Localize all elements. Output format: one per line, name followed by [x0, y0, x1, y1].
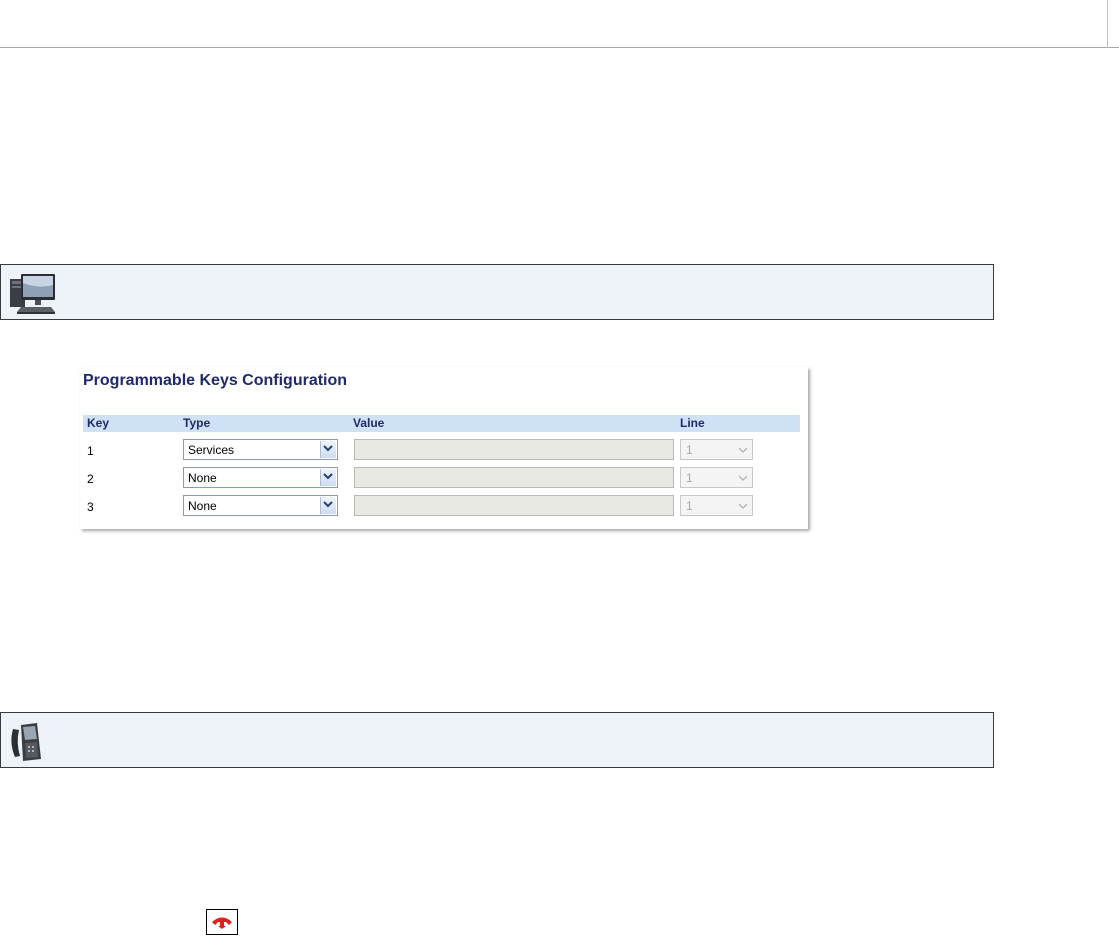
top-divider: [0, 47, 1119, 48]
line-select[interactable]: 1: [680, 439, 753, 460]
computer-monitor-icon: [10, 274, 55, 314]
chevron-down-icon: [738, 447, 748, 454]
chevron-down-icon: [320, 441, 336, 458]
line-select[interactable]: 1: [680, 467, 753, 488]
top-edge-line: [1107, 0, 1108, 48]
hang-up-key[interactable]: [206, 909, 238, 935]
value-input[interactable]: [354, 439, 674, 460]
type-select-value: Services: [188, 443, 235, 457]
hang-up-handset-icon: [212, 917, 232, 929]
line-select-value: 1: [686, 471, 693, 485]
value-input[interactable]: [354, 495, 674, 516]
value-input[interactable]: [354, 467, 674, 488]
type-select[interactable]: None: [183, 495, 338, 516]
phone-ui-note-bar: [0, 712, 994, 768]
line-select-value: 1: [686, 443, 693, 457]
key-number: 2: [87, 472, 94, 486]
panel-title: Programmable Keys Configuration: [83, 372, 348, 389]
chevron-down-icon: [738, 503, 748, 510]
header-key: Key: [87, 416, 110, 430]
type-select-value: None: [188, 499, 217, 513]
line-select[interactable]: 1: [680, 495, 753, 516]
header-value: Value: [353, 416, 385, 430]
line-select-value: 1: [686, 499, 693, 513]
table-row: 3 None 1: [80, 495, 808, 519]
header-type: Type: [183, 416, 211, 430]
chevron-down-icon: [320, 497, 336, 514]
table-row: 1 Services 1: [80, 439, 808, 463]
table-row: 2 None 1: [80, 467, 808, 491]
type-select[interactable]: Services: [183, 439, 338, 460]
type-select[interactable]: None: [183, 467, 338, 488]
key-number: 3: [87, 500, 94, 514]
key-number: 1: [87, 444, 94, 458]
chevron-down-icon: [738, 475, 748, 482]
chevron-down-icon: [320, 469, 336, 486]
header-line: Line: [680, 416, 705, 430]
programmable-keys-panel: Programmable Keys Configuration Key Type…: [80, 367, 808, 529]
web-ui-note-bar: [0, 264, 994, 320]
desk-phone-icon: [11, 723, 41, 761]
type-select-value: None: [188, 471, 217, 485]
table-header: Key Type Value Line: [83, 415, 800, 432]
